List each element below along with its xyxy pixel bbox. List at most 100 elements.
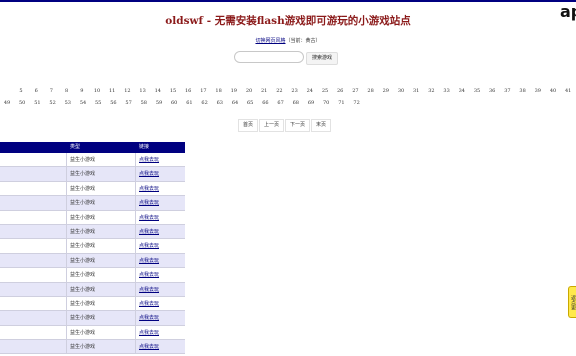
table-row: 益生小游戏 点我去玩 [0, 282, 185, 297]
first-page-button[interactable]: 首页 [238, 119, 258, 132]
page-number-link[interactable]: 27 [349, 86, 361, 96]
page-number-link[interactable]: 34 [456, 86, 468, 96]
page-number-link[interactable]: 41 [562, 86, 574, 96]
page-number-link[interactable]: 24 [304, 86, 316, 96]
page-number-link[interactable]: 36 [486, 86, 498, 96]
page-number-link[interactable]: 50 [16, 98, 28, 108]
page-number-link[interactable]: 57 [123, 98, 135, 108]
game-type: 益生小游戏 [70, 243, 96, 250]
page-number-link[interactable]: 15 [167, 86, 179, 96]
next-page-button[interactable]: 下一页 [285, 119, 310, 132]
page-number-link[interactable]: 25 [319, 86, 331, 96]
page-number-link[interactable]: 40 [547, 86, 559, 96]
style-switch-link[interactable]: 切换网页风格 [255, 38, 285, 44]
side-badge[interactable]: 返点更 [568, 286, 576, 318]
top-border [0, 0, 576, 2]
page-number-link[interactable]: 68 [290, 98, 302, 108]
page-number-link[interactable]: 53 [62, 98, 74, 108]
page-title: oldswf - 无需安装flash游戏即可游玩的小游戏站点 [165, 15, 411, 27]
page-number-link[interactable]: 29 [380, 86, 392, 96]
play-link[interactable]: 点我去玩 [139, 182, 159, 196]
page-number-link[interactable]: 8 [61, 86, 73, 96]
table-row: 益生小游戏 点我去玩 [0, 167, 185, 182]
play-link[interactable]: 点我去玩 [139, 326, 159, 340]
column-divider [135, 282, 136, 296]
page-number-link[interactable]: 51 [31, 98, 43, 108]
page-number-link[interactable]: 12 [121, 86, 133, 96]
page-number-link[interactable]: 67 [275, 98, 287, 108]
play-link[interactable]: 点我去玩 [139, 311, 159, 325]
page-number-link[interactable]: 35 [471, 86, 483, 96]
page-number-link[interactable]: 66 [259, 98, 271, 108]
play-link[interactable]: 点我去玩 [139, 268, 159, 282]
column-divider [135, 311, 136, 325]
page-number-link[interactable]: 10 [91, 86, 103, 96]
page-number-link[interactable]: 56 [107, 98, 119, 108]
page-number-link[interactable]: 52 [47, 98, 59, 108]
play-link[interactable]: 点我去玩 [139, 340, 159, 354]
game-type: 益生小游戏 [70, 157, 96, 163]
play-link[interactable]: 点我去玩 [139, 225, 159, 239]
play-link[interactable]: 点我去玩 [139, 167, 159, 181]
play-link[interactable]: 点我去玩 [139, 153, 159, 167]
page-number-link[interactable]: 69 [305, 98, 317, 108]
search-button[interactable]: 搜索游戏 [306, 52, 338, 65]
page-number-link[interactable]: 72 [351, 98, 363, 108]
play-link[interactable]: 点我去玩 [139, 239, 159, 253]
page-number-link[interactable]: 38 [517, 86, 529, 96]
play-link[interactable]: 点我去玩 [139, 283, 159, 297]
page-number-link[interactable]: 32 [425, 86, 437, 96]
page-number-link[interactable]: 16 [182, 86, 194, 96]
page-number-link[interactable]: 11 [106, 86, 118, 96]
page-number-link[interactable]: 54 [77, 98, 89, 108]
page-number-link[interactable]: 22 [273, 86, 285, 96]
prev-page-button[interactable]: 上一页 [259, 119, 284, 132]
table-row: 益生小游戏 点我去玩 [0, 311, 185, 326]
page-number-link[interactable]: 65 [244, 98, 256, 108]
page-number-link[interactable]: 37 [501, 86, 513, 96]
search-input[interactable] [234, 51, 304, 63]
style-switcher: 切换网页风格（当前：黄古） [0, 37, 576, 44]
page-number-link[interactable]: 7 [45, 86, 57, 96]
page-number-link[interactable]: 20 [243, 86, 255, 96]
game-type: 益生小游戏 [70, 315, 96, 322]
column-divider [66, 253, 67, 268]
page-number-link[interactable]: 23 [289, 86, 301, 96]
page-number-link[interactable]: 21 [258, 86, 270, 96]
page-number-link[interactable]: 18 [213, 86, 225, 96]
column-divider [66, 282, 67, 296]
page-number-link[interactable]: 30 [395, 86, 407, 96]
page-number-link[interactable]: 39 [532, 86, 544, 96]
game-type: 益生小游戏 [70, 200, 96, 207]
page-number-link[interactable]: 31 [410, 86, 422, 96]
page-number-link[interactable]: 13 [137, 86, 149, 96]
page-number-link[interactable]: 49 [1, 98, 13, 108]
page-number-link[interactable]: 5 [15, 86, 27, 96]
page-number-link[interactable]: 9 [76, 86, 88, 96]
game-type: 益生小游戏 [70, 185, 96, 192]
page-number-link[interactable]: 55 [92, 98, 104, 108]
page-number-link[interactable]: 28 [365, 86, 377, 96]
page-number-link[interactable]: 59 [153, 98, 165, 108]
page-number-link[interactable]: 63 [214, 98, 226, 108]
page-number-link[interactable]: 19 [228, 86, 240, 96]
page-number-link[interactable]: 58 [138, 98, 150, 108]
page-number-link[interactable]: 60 [168, 98, 180, 108]
page-number-link[interactable]: 71 [335, 98, 347, 108]
page-number-link[interactable]: 33 [441, 86, 453, 96]
page-number-link[interactable]: 62 [199, 98, 211, 108]
page-number-link[interactable]: 26 [334, 86, 346, 96]
play-link[interactable]: 点我去玩 [139, 297, 159, 311]
column-divider [135, 181, 136, 196]
play-link[interactable]: 点我去玩 [139, 196, 159, 210]
page-number-link[interactable]: 64 [229, 98, 241, 108]
last-page-button[interactable]: 末页 [311, 119, 331, 132]
page-number-link[interactable]: 61 [183, 98, 195, 108]
page-number-link[interactable]: 17 [197, 86, 209, 96]
play-link[interactable]: 点我去玩 [139, 211, 159, 225]
page-number-link[interactable]: 6 [30, 86, 42, 96]
page-number-link[interactable]: 14 [152, 86, 164, 96]
table-row: 益生小游戏 点我去玩 [0, 153, 185, 168]
play-link[interactable]: 点我去玩 [139, 254, 159, 268]
page-number-link[interactable]: 70 [320, 98, 332, 108]
